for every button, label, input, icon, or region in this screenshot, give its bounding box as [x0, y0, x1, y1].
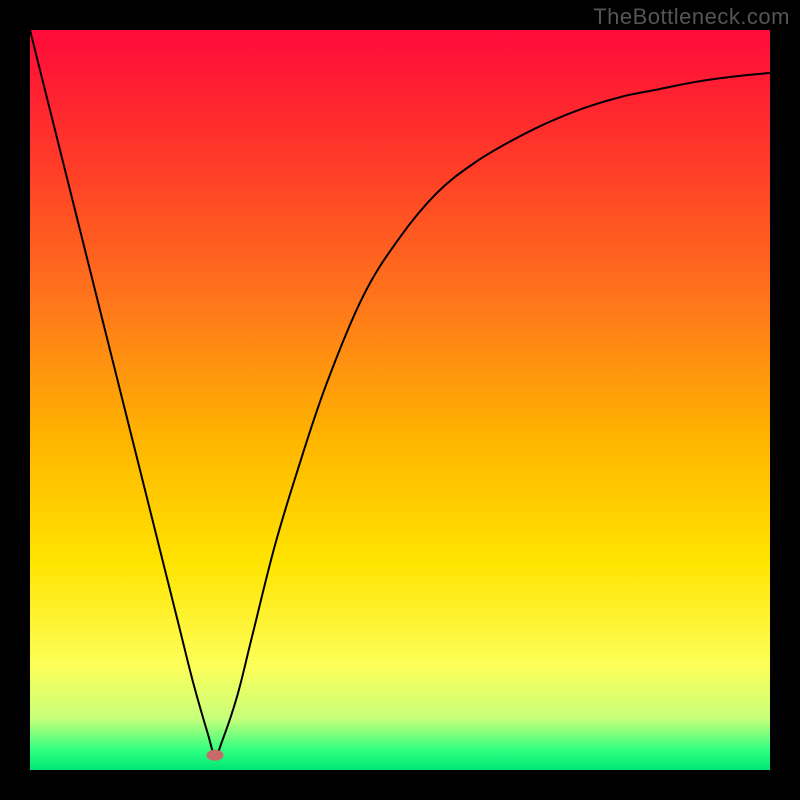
chart-background — [30, 30, 770, 770]
chart-plot-area — [30, 30, 770, 770]
chart-svg — [30, 30, 770, 770]
watermark-text: TheBottleneck.com — [593, 4, 790, 30]
chart-frame: TheBottleneck.com — [0, 0, 800, 800]
optimum-marker-icon — [207, 750, 223, 760]
